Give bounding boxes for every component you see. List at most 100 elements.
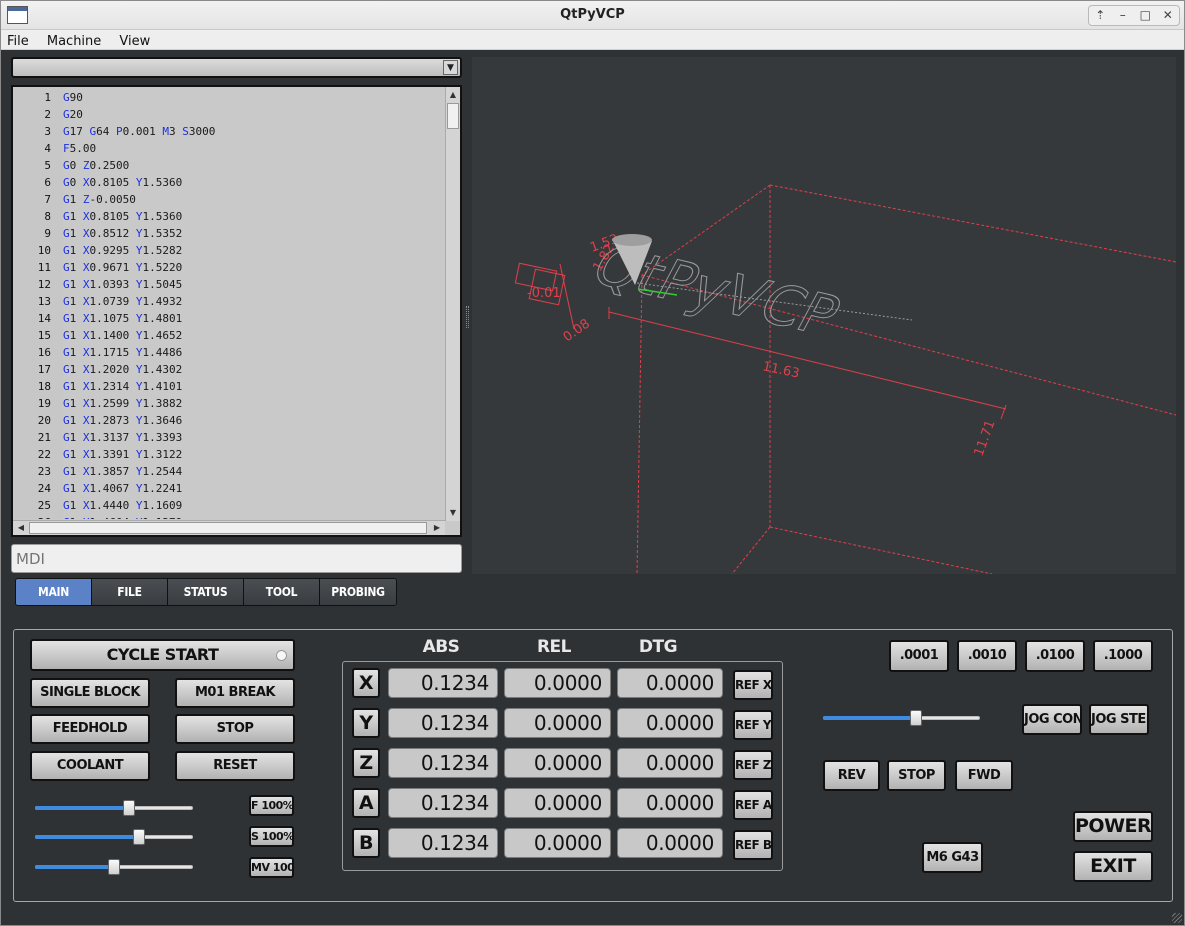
jog-cont-button[interactable]: JOG CONT (1022, 704, 1082, 735)
gcode-line[interactable]: 17 G1 X1.2020 Y1.4302 (13, 361, 445, 378)
spindle-override-slider[interactable] (35, 829, 193, 845)
gcode-line[interactable]: 9 G1 X0.8512 Y1.5352 (13, 225, 445, 242)
gcode-line[interactable]: 1 G90 (13, 89, 445, 106)
tab-main[interactable]: MAIN (16, 579, 92, 605)
scroll-left-icon[interactable]: ◀ (14, 521, 28, 535)
jog-speed-slider[interactable] (823, 710, 980, 726)
cycle-start-button[interactable]: CYCLE START (30, 639, 295, 671)
gcode-line[interactable]: 4 F5.00 (13, 140, 445, 157)
spindle-override-reset-button[interactable]: S 100% (249, 826, 294, 847)
ref-z-button[interactable]: REF Z (733, 750, 773, 780)
jog-increment-0001-button[interactable]: .0001 (889, 640, 949, 672)
axis-y-button[interactable]: Y (352, 708, 380, 738)
scroll-up-icon[interactable]: ▲ (446, 88, 460, 102)
slider-knob[interactable] (910, 710, 922, 726)
ref-a-button[interactable]: REF A (733, 790, 773, 820)
gcode-text[interactable]: 1 G90 2 G20 3 G17 G64 P0.001 M3 S3000 4 F5.00 5 G… (13, 89, 445, 519)
gcode-line[interactable]: 24 G1 X1.4067 Y1.2241 (13, 480, 445, 497)
axis-b-button[interactable]: B (352, 828, 380, 858)
tab-status[interactable]: STATUS (168, 579, 244, 605)
feedhold-button[interactable]: FEEDHOLD (30, 714, 150, 744)
gcode-line[interactable]: 15 G1 X1.1400 Y1.4652 (13, 327, 445, 344)
ref-b-button[interactable]: REF B (733, 830, 773, 860)
tab-file[interactable]: FILE (92, 579, 168, 605)
close-icon[interactable]: ✕ (1157, 6, 1180, 25)
tab-probing[interactable]: PROBING (320, 579, 396, 605)
gcode-line[interactable]: 16 G1 X1.1715 Y1.4486 (13, 344, 445, 361)
resize-grip-icon[interactable] (1172, 913, 1182, 923)
menu-file[interactable]: File (1, 32, 34, 49)
vertical-scrollbar[interactable]: ▲ ▼ (445, 87, 460, 521)
horizontal-scrollbar[interactable]: ◀ ▶ (13, 520, 445, 535)
dro-dtg-a: 0.0000 (617, 788, 723, 818)
feed-override-reset-button[interactable]: F 100% (249, 795, 294, 816)
gcode-line[interactable]: 14 G1 X1.1075 Y1.4801 (13, 310, 445, 327)
maximize-icon[interactable]: □ (1134, 6, 1157, 25)
jog-step-button[interactable]: JOG STEP (1089, 704, 1149, 735)
jog-increment-1000-button[interactable]: .1000 (1093, 640, 1153, 672)
minimize-icon[interactable]: – (1112, 6, 1135, 25)
gcode-line[interactable]: 22 G1 X1.3391 Y1.3122 (13, 446, 445, 463)
feed-override-slider[interactable] (35, 800, 193, 816)
line-number: 1 (44, 91, 51, 104)
coolant-button[interactable]: COOLANT (30, 751, 150, 781)
gcode-line[interactable]: 19 G1 X1.2599 Y1.3882 (13, 395, 445, 412)
slider-knob[interactable] (108, 859, 120, 875)
spindle-fwd-button[interactable]: FWD (955, 760, 1013, 791)
spindle-stop-button[interactable]: STOP (887, 760, 946, 791)
raise-window-icon[interactable]: ⇡ (1089, 6, 1112, 25)
gcode-line[interactable]: 8 G1 X0.8105 Y1.5360 (13, 208, 445, 225)
gcode-line[interactable]: 25 G1 X1.4440 Y1.1609 (13, 497, 445, 514)
chevron-down-icon[interactable]: ▼ (443, 60, 458, 75)
jog-increment-0100-button[interactable]: .0100 (1025, 640, 1085, 672)
spindle-rev-button[interactable]: REV (823, 760, 880, 791)
single-block-button[interactable]: SINGLE BLOCK (30, 678, 150, 708)
m6-g43-button[interactable]: M6 G43 (922, 842, 983, 873)
scroll-thumb[interactable] (29, 522, 427, 534)
tab-tool[interactable]: TOOL (244, 579, 320, 605)
gcode-line[interactable]: 3 G17 G64 P0.001 M3 S3000 (13, 123, 445, 140)
menu-view[interactable]: View (113, 32, 155, 49)
slider-knob[interactable] (122, 800, 135, 816)
max-velocity-reset-button[interactable]: MV 100% (249, 857, 294, 878)
scroll-down-icon[interactable]: ▼ (446, 506, 460, 520)
gcode-line[interactable]: 20 G1 X1.2873 Y1.3646 (13, 412, 445, 429)
mdi-input[interactable] (11, 544, 462, 573)
gcode-editor[interactable]: 1 G90 2 G20 3 G17 G64 P0.001 M3 S3000 4 F5.00 5 G… (11, 85, 462, 537)
gcode-line[interactable]: 2 G20 (13, 106, 445, 123)
gcode-line[interactable]: 11 G1 X0.9671 Y1.5220 (13, 259, 445, 276)
scroll-thumb[interactable] (447, 103, 459, 129)
gcode-line[interactable]: 6 G0 X0.8105 Y1.5360 (13, 174, 445, 191)
axis-z-button[interactable]: Z (352, 748, 380, 778)
dro-rel-z: 0.0000 (504, 748, 611, 778)
m01-break-button[interactable]: M01 BREAK (175, 678, 295, 708)
max-velocity-slider[interactable] (35, 859, 193, 875)
backplot-view[interactable]: 1.53 1.82 -0.01 0.08 11.63 11.71 QtPyVCP (472, 57, 1176, 574)
gcode-line[interactable]: 10 G1 X0.9295 Y1.5282 (13, 242, 445, 259)
gcode-line[interactable]: 18 G1 X1.2314 Y1.4101 (13, 378, 445, 395)
jog-increment-0010-button[interactable]: .0010 (957, 640, 1017, 672)
scroll-right-icon[interactable]: ▶ (430, 521, 444, 535)
gcode-line-text: G1 X1.1400 Y1.4652 (63, 329, 183, 342)
exit-button[interactable]: EXIT (1073, 851, 1153, 882)
ref-x-button[interactable]: REF X (733, 670, 773, 700)
gcode-line[interactable]: 12 G1 X1.0393 Y1.5045 (13, 276, 445, 293)
line-number: 20 (37, 414, 51, 427)
splitter-handle[interactable] (466, 306, 469, 328)
recent-files-combo[interactable]: ▼ (11, 57, 462, 78)
axis-a-button[interactable]: A (352, 788, 380, 818)
axis-x-button[interactable]: X (352, 668, 380, 698)
power-button[interactable]: POWER (1073, 811, 1153, 842)
slider-knob[interactable] (132, 829, 145, 845)
line-number: 11 (37, 261, 51, 274)
gcode-line[interactable]: 5 G0 Z0.2500 (13, 157, 445, 174)
menu-machine[interactable]: Machine (41, 32, 106, 49)
gcode-line[interactable]: 13 G1 X1.0739 Y1.4932 (13, 293, 445, 310)
ref-y-button[interactable]: REF Y (733, 710, 773, 740)
gcode-line[interactable]: 26 G1 X1.4604 Y1.1279 (13, 514, 445, 519)
reset-button[interactable]: RESET (175, 751, 295, 781)
stop-button[interactable]: STOP (175, 714, 295, 744)
gcode-line[interactable]: 23 G1 X1.3857 Y1.2544 (13, 463, 445, 480)
gcode-line[interactable]: 21 G1 X1.3137 Y1.3393 (13, 429, 445, 446)
gcode-line[interactable]: 7 G1 Z-0.0050 (13, 191, 445, 208)
